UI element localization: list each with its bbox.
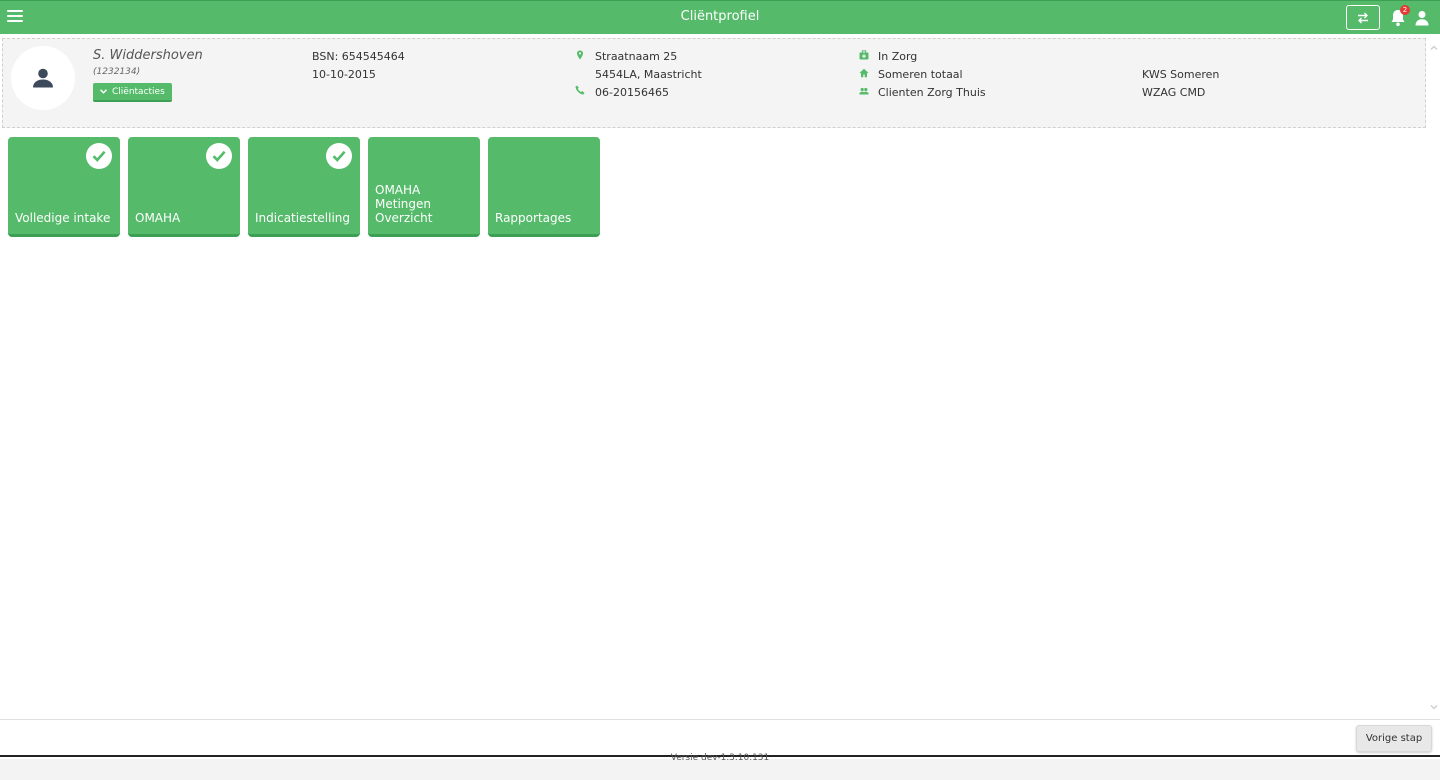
tile-indicatiestelling[interactable]: Indicatiestelling	[248, 137, 360, 237]
phone-icon	[575, 85, 585, 95]
client-name: S. Widdershoven	[93, 48, 203, 63]
switch-button[interactable]	[1346, 5, 1380, 30]
team-name: Someren totaal	[878, 68, 963, 81]
scroll-down-icon[interactable]	[1430, 703, 1438, 711]
street-address: Straatnaam 25	[595, 50, 678, 63]
top-bar: Cliëntprofiel 2	[0, 0, 1440, 34]
tile-volledige-intake[interactable]: Volledige intake	[8, 137, 120, 237]
client-group: Clienten Zorg Thuis	[878, 86, 986, 99]
footer-bar: Vorige stap	[0, 719, 1440, 757]
check-icon	[326, 143, 352, 169]
page-title: Cliëntprofiel	[680, 9, 760, 24]
check-icon	[86, 143, 112, 169]
map-pin-icon	[577, 50, 583, 60]
organization-1: KWS Someren	[1142, 68, 1220, 81]
care-status: In Zorg	[878, 50, 918, 63]
tile-label: OMAHA	[135, 211, 181, 225]
phone-number: 06-20156465	[595, 86, 669, 99]
medical-case-icon	[859, 50, 869, 60]
tile-label: Indicatiestelling	[255, 211, 351, 225]
birthdate: 10-10-2015	[312, 68, 376, 81]
client-actions-label: Cliëntacties	[112, 86, 165, 97]
previous-step-button[interactable]: Vorige stap	[1356, 725, 1432, 752]
tile-label: Volledige intake	[15, 211, 111, 225]
client-info-panel: S. Widdershoven (1232134) Cliëntacties B…	[2, 38, 1426, 128]
tile-label: OMAHA Metingen Overzicht	[375, 183, 433, 225]
avatar	[11, 46, 75, 110]
client-id: (1232134)	[93, 67, 141, 77]
chevron-down-icon	[100, 89, 107, 94]
postal-city: 5454LA, Maastricht	[595, 68, 702, 81]
tile-omaha-metingen-overzicht[interactable]: OMAHA Metingen Overzicht	[368, 137, 480, 237]
organization-2: WZAG CMD	[1142, 86, 1206, 99]
notification-badge: 2	[1400, 5, 1410, 15]
home-icon	[859, 68, 869, 78]
scroll-up-icon[interactable]	[1430, 44, 1438, 52]
tile-label: Rapportages	[495, 211, 572, 225]
person-icon	[33, 68, 53, 88]
tile-omaha[interactable]: OMAHA	[128, 137, 240, 237]
bsn: BSN: 654545464	[312, 50, 405, 63]
client-actions-button[interactable]: Cliëntacties	[93, 83, 172, 102]
version-label: Versie dev-1.3.10.131	[670, 753, 770, 763]
check-icon	[206, 143, 232, 169]
vertical-scrollbar[interactable]	[1429, 38, 1439, 718]
swap-icon	[1358, 12, 1368, 23]
tile-rapportages[interactable]: Rapportages	[488, 137, 600, 237]
group-icon	[859, 87, 869, 95]
user-icon[interactable]	[1415, 10, 1429, 26]
